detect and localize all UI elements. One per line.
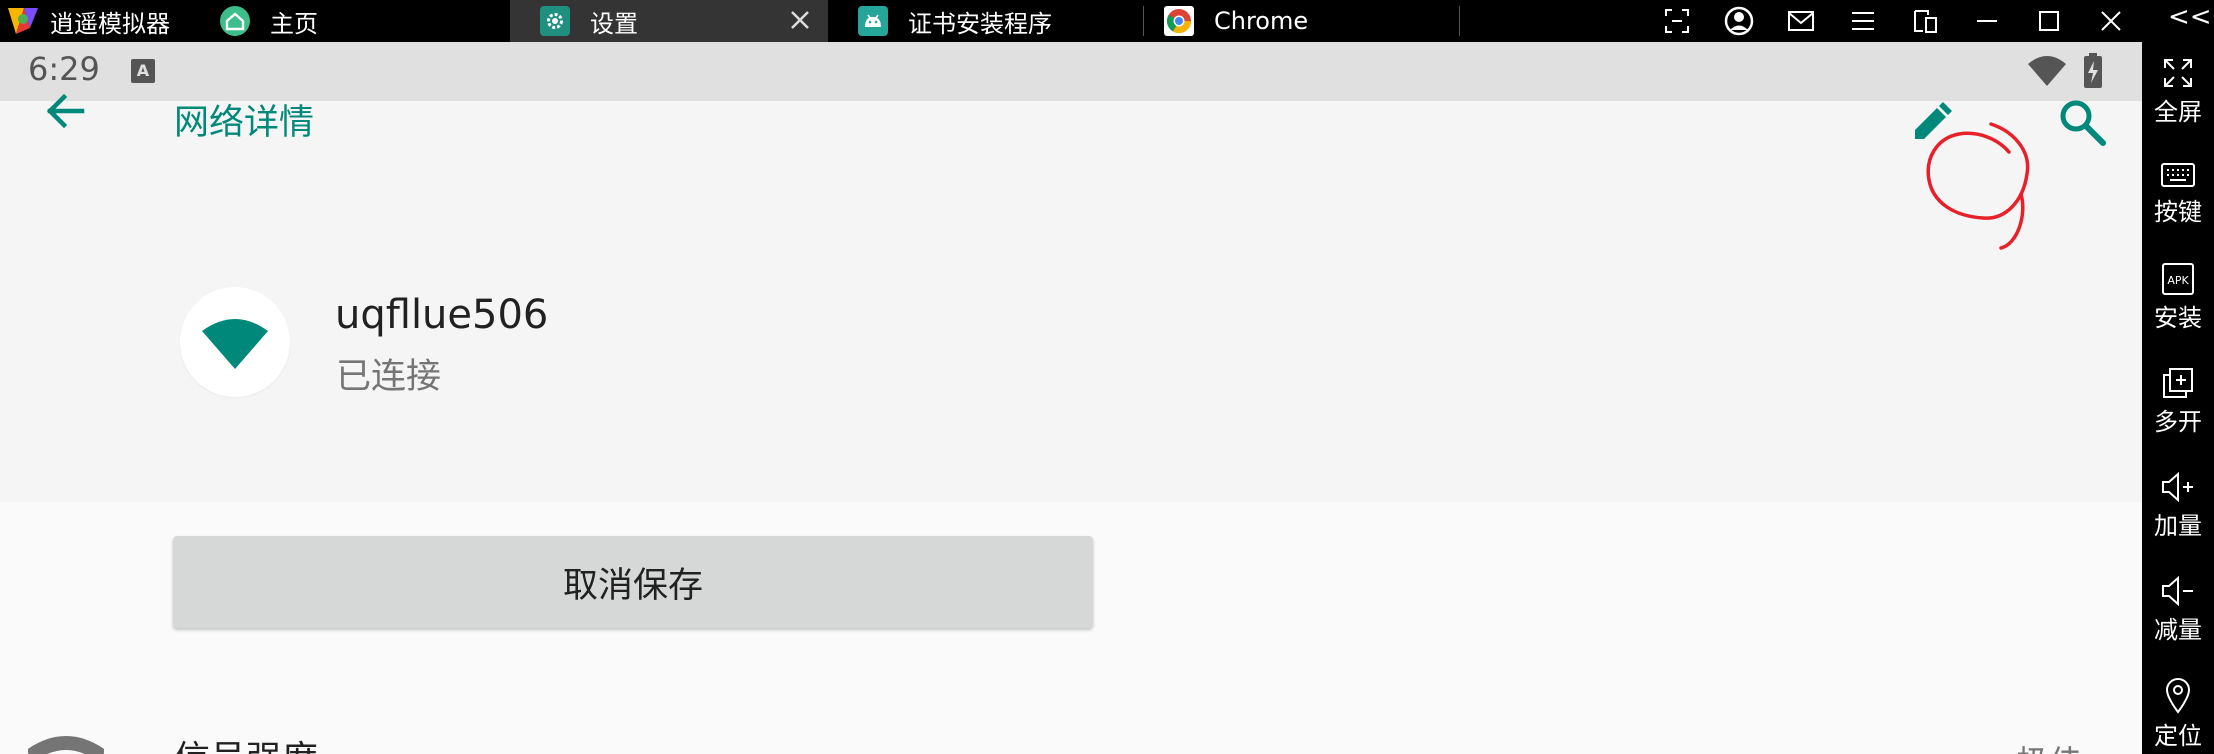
sidebar-item-label: 加量 [2154, 512, 2202, 540]
sidebar-item-label: 定位 [2154, 722, 2202, 750]
app-title-text: 逍遥模拟器 [50, 9, 170, 38]
app-logo-icon [4, 4, 42, 38]
back-arrow-icon[interactable] [32, 77, 100, 145]
location-icon [2165, 678, 2191, 714]
wifi-status-icon [2028, 56, 2066, 86]
chrome-icon [1164, 6, 1194, 36]
svg-text:APK: APK [2167, 274, 2189, 287]
android-screen: 6:29 A 网络详情 uqfllue506 已连接 取消保存 信号强 [0, 42, 2142, 754]
signal-strength-icon [28, 736, 104, 754]
sidebar-collapse-button[interactable]: <<< [2168, 2, 2214, 32]
sidebar-item-label: 按键 [2154, 198, 2202, 226]
sidebar-item-install[interactable]: APK 安装 [2142, 262, 2214, 333]
sidebar-item-multi-open[interactable]: 多开 [2142, 366, 2214, 437]
forget-network-button[interactable]: 取消保存 [173, 536, 1093, 628]
multi-instance-icon [2163, 368, 2193, 398]
network-name: uqfllue506 [335, 292, 549, 338]
maximize-icon[interactable] [2032, 4, 2066, 38]
notification-a-icon: A [131, 59, 155, 83]
sidebar-item-keys[interactable]: 按键 [2142, 160, 2214, 227]
shrink-icon[interactable] [1908, 4, 1942, 38]
screenshot-icon[interactable] [1660, 4, 1694, 38]
sidebar-item-label: 安装 [2154, 304, 2202, 332]
settings-gear-icon [540, 6, 570, 36]
close-icon[interactable] [2094, 4, 2128, 38]
sidebar-item-volume-down[interactable]: 减量 [2142, 574, 2214, 645]
tab-chrome[interactable]: Chrome [1144, 0, 1460, 42]
android-status-bar: 6:29 A [0, 42, 2142, 101]
wifi-signal-icon [202, 319, 268, 369]
android-icon [858, 6, 888, 36]
emulator-tab-bar: 逍遥模拟器 主页 设置 证书安装程序 Chrome [0, 0, 2214, 42]
sidebar-item-label: 多开 [2154, 408, 2202, 436]
tab-label: 主页 [270, 9, 318, 38]
annotation-red-circle [1926, 122, 2030, 250]
tab-label: 证书安装程序 [908, 9, 1052, 38]
network-avatar [180, 287, 290, 397]
sidebar-item-fullscreen[interactable]: 全屏 [2142, 56, 2214, 127]
network-header [0, 211, 2142, 502]
tab-divider [1459, 6, 1460, 36]
mail-icon[interactable] [1784, 4, 1818, 38]
sidebar-item-location[interactable]: 定位 [2142, 676, 2214, 751]
tab-home[interactable]: 主页 [190, 0, 510, 42]
tab-label: 设置 [590, 9, 638, 38]
page-title: 网络详情 [174, 103, 315, 143]
minimize-icon[interactable] [1970, 4, 2004, 38]
volume-down-icon [2162, 575, 2193, 607]
account-icon[interactable] [1722, 4, 1756, 38]
sidebar-item-label: 减量 [2154, 616, 2202, 644]
sidebar-item-volume-up[interactable]: 加量 [2142, 470, 2214, 541]
tab-close-icon[interactable] [786, 6, 814, 34]
app-bar [0, 101, 2142, 211]
apk-install-icon: APK [2162, 263, 2194, 295]
network-status: 已连接 [336, 357, 442, 397]
search-icon[interactable] [2046, 86, 2118, 158]
menu-icon[interactable] [1846, 4, 1880, 38]
sidebar-item-label: 全屏 [2154, 98, 2202, 126]
emulator-sidebar: <<< 全屏 按键 APK 安装 多开 加量 [2142, 0, 2214, 754]
tab-label: Chrome [1214, 7, 1309, 35]
home-icon [220, 6, 250, 36]
signal-strength-label: 信号强度 [174, 730, 318, 754]
tab-settings[interactable]: 设置 [510, 0, 828, 42]
volume-up-icon [2162, 471, 2193, 503]
keyboard-icon [2161, 163, 2195, 187]
signal-strength-value: 极佳 [2016, 736, 2082, 754]
fullscreen-icon [2164, 59, 2192, 87]
battery-charging-icon [2084, 53, 2102, 88]
tab-cert-installer[interactable]: 证书安装程序 [828, 0, 1144, 42]
emulator-app-title: 逍遥模拟器 [0, 0, 170, 42]
